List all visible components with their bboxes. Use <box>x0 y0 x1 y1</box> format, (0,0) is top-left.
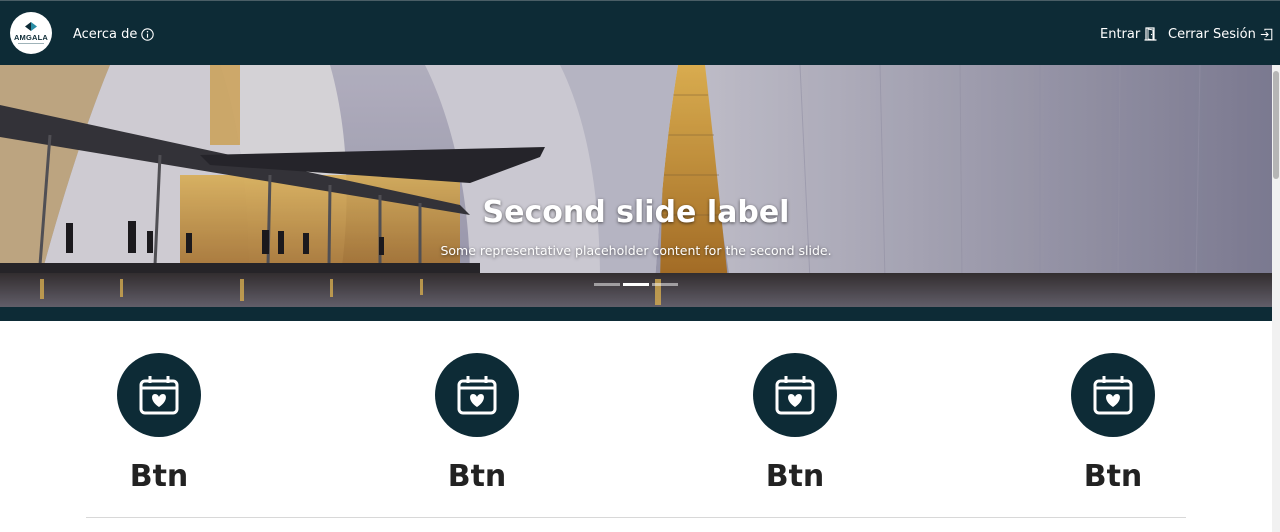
calendar-heart-icon <box>139 376 179 415</box>
door-icon <box>1144 27 1157 41</box>
btn-3-label: Btn <box>765 459 825 494</box>
calendar-heart-icon <box>457 376 497 415</box>
nav-login-label: Entrar <box>1100 26 1141 42</box>
brand-name: AMGALA <box>13 33 49 42</box>
carousel-indicator-1[interactable] <box>594 283 620 286</box>
box-arrow-in-right-icon <box>1260 28 1273 40</box>
btn-3[interactable]: Btn <box>753 353 837 494</box>
section-divider <box>86 517 1186 518</box>
carousel-slide-image <box>0 65 1272 307</box>
btn-3-circle[interactable] <box>753 353 837 437</box>
btn-2-label: Btn <box>447 459 507 494</box>
carousel-caption-title: Second slide label <box>482 195 790 230</box>
btn-4-label: Btn <box>1083 459 1143 494</box>
carousel-indicators <box>0 283 1272 286</box>
btn-2-circle[interactable] <box>435 353 519 437</box>
btn-4-circle[interactable] <box>1071 353 1155 437</box>
page-scrollbar[interactable] <box>1272 65 1280 532</box>
calendar-heart-icon <box>775 376 815 415</box>
navbar: AMGALA Acerca de Entrar Cerrar Sesión <box>0 0 1280 65</box>
btn-4[interactable]: Btn <box>1071 353 1155 494</box>
brand-underline <box>18 43 44 44</box>
btn-1-label: Btn <box>129 459 189 494</box>
nav-login-link[interactable]: Entrar <box>1100 23 1157 45</box>
carousel-caption-text: Some representative placeholder content … <box>440 243 832 258</box>
btn-1[interactable]: Btn <box>117 353 201 494</box>
carousel-indicator-2[interactable] <box>623 283 649 286</box>
info-icon <box>141 27 155 41</box>
carousel-indicator-3[interactable] <box>652 283 678 286</box>
logo-mark-icon <box>25 22 37 31</box>
nav-logout-link[interactable]: Cerrar Sesión <box>1168 23 1273 45</box>
nav-about-link[interactable]: Acerca de <box>73 23 155 45</box>
hero-carousel[interactable]: Second slide label Some representative p… <box>0 65 1272 321</box>
nav-logout-label: Cerrar Sesión <box>1168 26 1256 42</box>
scrollbar-thumb[interactable] <box>1273 71 1279 179</box>
brand-logo[interactable]: AMGALA <box>10 12 52 54</box>
btn-2[interactable]: Btn <box>435 353 519 494</box>
calendar-heart-icon <box>1093 376 1133 415</box>
btn-1-circle[interactable] <box>117 353 201 437</box>
nav-about-label: Acerca de <box>73 26 138 42</box>
